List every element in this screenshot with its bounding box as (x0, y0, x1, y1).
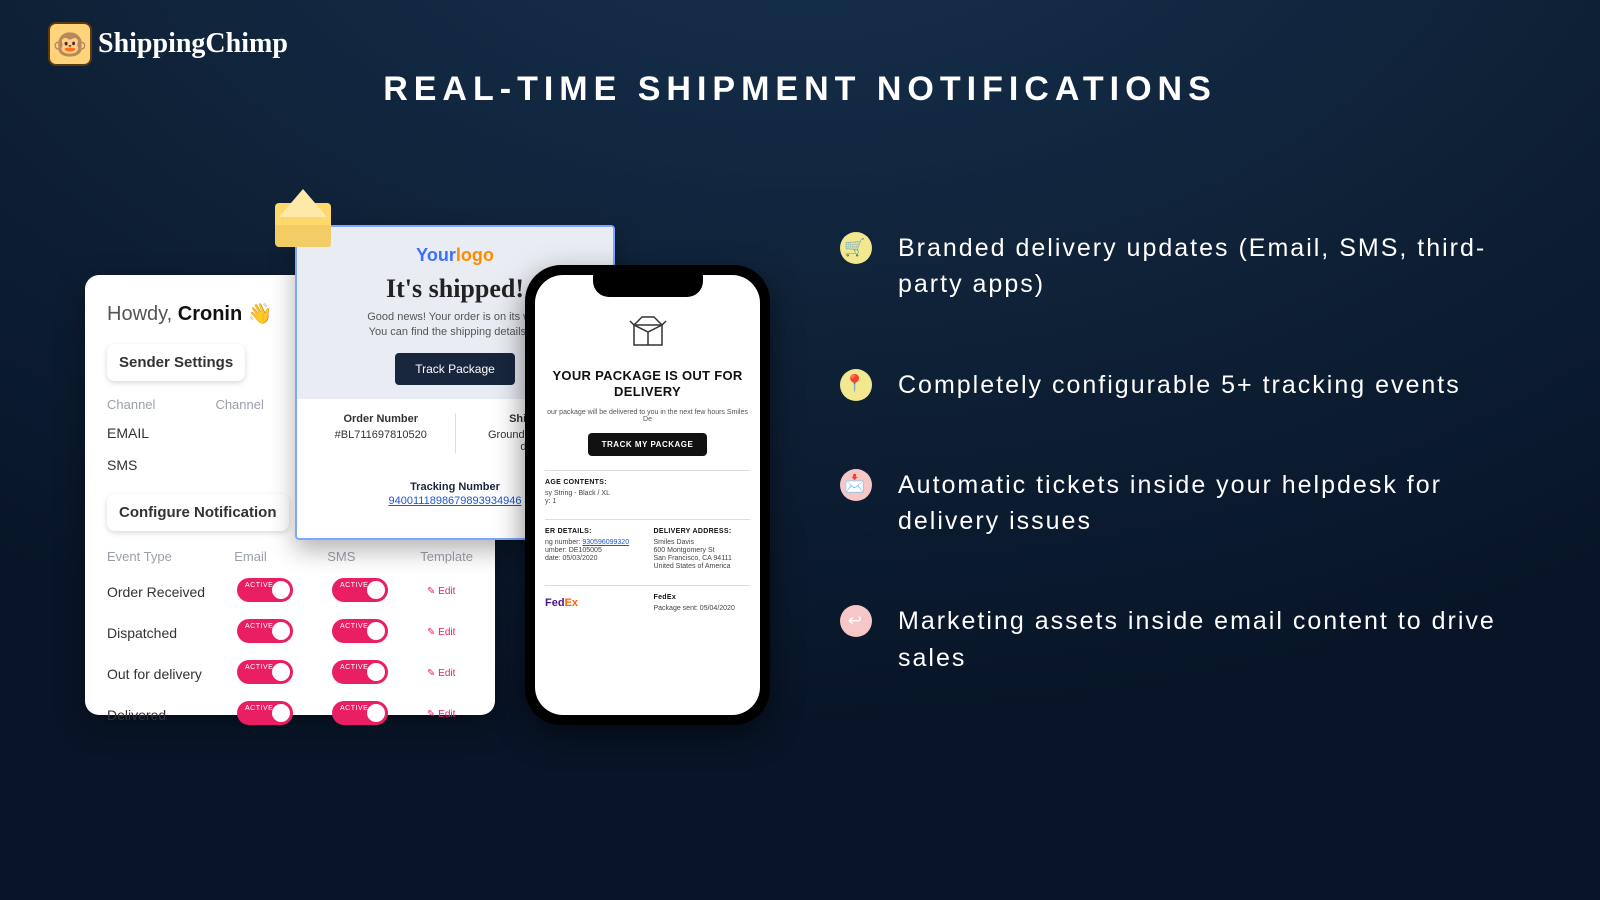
feature-item: ↩ Marketing assets inside email content … (840, 603, 1540, 676)
email-toggle[interactable]: ACTIVE (237, 660, 293, 684)
package-contents-section: AGE CONTENTS: sy String - Black / XL y: … (545, 470, 750, 505)
order-and-address-section: ER DETAILS: ng number: 930596099320 umbe… (545, 519, 750, 571)
feature-text: Marketing assets inside email content to… (898, 603, 1540, 676)
event-name: Dispatched (107, 625, 237, 641)
phone-subtext: our package will be delivered to you in … (545, 409, 750, 423)
feature-text: Completely configurable 5+ tracking even… (898, 367, 1461, 403)
edit-template-link[interactable]: ✎ Edit (427, 627, 455, 638)
phone-notch (593, 273, 703, 297)
page-title: REAL-TIME SHIPMENT NOTIFICATIONS (0, 70, 1600, 109)
feature-list: 🛒 Branded delivery updates (Email, SMS, … (840, 230, 1540, 676)
event-table-header: Event Type Email SMS Template (107, 549, 473, 564)
cart-icon: 🛒 (840, 232, 872, 264)
feature-item: 📩 Automatic tickets inside your helpdesk… (840, 467, 1540, 540)
order-number-label: Order Number (313, 413, 449, 425)
mail-ticket-icon: 📩 (840, 469, 872, 501)
event-name: Out for delivery (107, 666, 237, 682)
order-number-value: #BL711697810520 (313, 429, 449, 441)
fedex-logo: FedEx (545, 597, 642, 609)
wave-icon: 👋 (248, 303, 273, 325)
screenshot-stack: Howdy, Cronin 👋 Sender Settings ChannelC… (85, 275, 785, 745)
brand-name: ShippingChimp (98, 28, 288, 60)
edit-template-link[interactable]: ✎ Edit (427, 709, 455, 720)
event-row: Out for deliveryACTIVEACTIVE✎ Edit (107, 660, 473, 687)
edit-template-link[interactable]: ✎ Edit (427, 586, 455, 597)
reply-arrow-icon: ↩ (840, 605, 872, 637)
event-name: Delivered (107, 707, 237, 723)
feature-text: Branded delivery updates (Email, SMS, th… (898, 230, 1540, 303)
track-my-package-button[interactable]: TRACK MY PACKAGE (588, 433, 708, 456)
sms-toggle[interactable]: ACTIVE (332, 578, 388, 602)
sms-toggle[interactable]: ACTIVE (332, 619, 388, 643)
sms-toggle[interactable]: ACTIVE (332, 701, 388, 725)
sms-toggle[interactable]: ACTIVE (332, 660, 388, 684)
feature-text: Automatic tickets inside your helpdesk f… (898, 467, 1540, 540)
carrier-section: FedEx FedEx Package sent: 05/04/2020 (545, 585, 750, 613)
email-toggle[interactable]: ACTIVE (237, 578, 293, 602)
tracking-number-link[interactable]: 9400111898679893934946 (389, 495, 522, 507)
phone-screen: YOUR PACKAGE IS OUT FOR DELIVERY our pac… (535, 275, 760, 715)
feature-item: 📍 Completely configurable 5+ tracking ev… (840, 367, 1540, 403)
event-name: Order Received (107, 584, 237, 600)
sender-settings-tab[interactable]: Sender Settings (107, 344, 245, 381)
tracking-link[interactable]: 930596099320 (582, 539, 629, 546)
event-row: DispatchedACTIVEACTIVE✎ Edit (107, 619, 473, 646)
phone-headline: YOUR PACKAGE IS OUT FOR DELIVERY (545, 368, 750, 401)
edit-template-link[interactable]: ✎ Edit (427, 668, 455, 679)
brand-logo: 🐵 ShippingChimp (48, 22, 288, 66)
feature-item: 🛒 Branded delivery updates (Email, SMS, … (840, 230, 1540, 303)
event-row: Order ReceivedACTIVEACTIVE✎ Edit (107, 578, 473, 605)
email-toggle[interactable]: ACTIVE (237, 701, 293, 725)
envelope-icon (275, 203, 331, 247)
configure-notification-tab[interactable]: Configure Notification (107, 494, 289, 531)
monkey-icon: 🐵 (48, 22, 92, 66)
track-package-button[interactable]: Track Package (395, 353, 515, 385)
merchant-logo-placeholder: Yourlogo (313, 245, 597, 266)
email-toggle[interactable]: ACTIVE (237, 619, 293, 643)
location-pin-icon: 📍 (840, 369, 872, 401)
open-box-icon (545, 313, 750, 358)
event-row: DeliveredACTIVEACTIVE✎ Edit (107, 701, 473, 728)
phone-mockup: YOUR PACKAGE IS OUT FOR DELIVERY our pac… (525, 265, 770, 725)
